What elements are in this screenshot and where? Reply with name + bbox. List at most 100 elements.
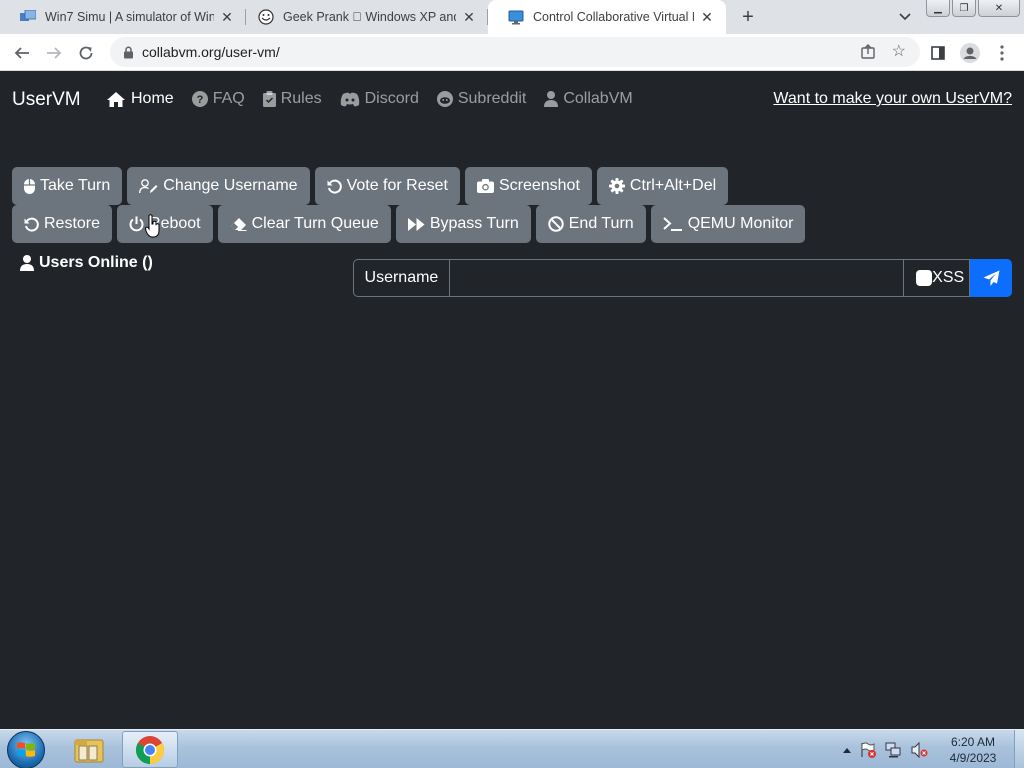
user-pen-icon <box>139 178 158 194</box>
folder-icon <box>73 736 105 764</box>
vm-controls-row-2: Restore Reboot Clear Turn Queue Bypass T… <box>12 205 810 243</box>
back-button[interactable] <box>10 41 34 65</box>
browser-tab-strip: Win7 Simu | A simulator of Wind ✕ Geek P… <box>0 0 1024 34</box>
xss-toggle[interactable]: XSS <box>904 259 971 297</box>
tab-title: Geek Prank   Windows XP and C <box>283 10 456 24</box>
clock-time: 6:20 AM <box>950 735 996 749</box>
site-navbar: UserVM Home ? FAQ Rules Discord Subreddi… <box>0 72 1024 128</box>
make-own-uservm-link[interactable]: Want to make your own UserVM? <box>773 90 1012 108</box>
reload-button[interactable] <box>74 41 98 65</box>
nav-links: Home ? FAQ Rules Discord Subreddit Colla… <box>106 90 651 108</box>
minimize-button[interactable]: ▁ <box>926 0 950 17</box>
user-icon <box>544 91 559 107</box>
network-icon[interactable] <box>885 742 902 758</box>
nav-discord[interactable]: Discord <box>340 90 419 108</box>
tab-win7-simu[interactable]: Win7 Simu | A simulator of Wind ✕ <box>0 0 246 34</box>
windows-taskbar: 6:20 AM 4/9/2023 <box>0 729 1024 768</box>
taskbar-clock[interactable]: 6:20 AM 4/9/2023 <box>940 734 1006 766</box>
nav-rules-label: Rules <box>280 90 322 107</box>
lock-icon[interactable] <box>121 45 135 59</box>
window-controls: ▁ ❐ ✕ <box>926 0 1022 17</box>
windows-logo-icon <box>16 741 36 759</box>
side-panel-icon[interactable] <box>926 41 950 65</box>
bookmark-star-icon[interactable]: ☆ <box>892 41 906 61</box>
nav-rules[interactable]: Rules <box>262 90 322 108</box>
qemu-monitor-button[interactable]: QEMU Monitor <box>650 205 806 243</box>
xss-label: XSS <box>932 269 965 286</box>
fast-forward-icon <box>407 217 425 231</box>
tray-expand-icon[interactable] <box>843 747 851 753</box>
tab-collabvm[interactable]: Control Collaborative Virtual Ma ✕ <box>488 0 726 34</box>
clock-date: 4/9/2023 <box>949 751 997 765</box>
nav-subreddit[interactable]: Subreddit <box>436 90 526 108</box>
close-tab-icon[interactable]: ✕ <box>218 8 236 26</box>
close-window-button[interactable]: ✕ <box>978 0 1020 17</box>
hand-cursor-icon <box>144 214 161 238</box>
button-label: Screenshot <box>498 177 580 194</box>
gear-icon <box>608 178 625 194</box>
take-turn-button[interactable]: Take Turn <box>12 167 123 205</box>
action-center-flag-icon[interactable] <box>860 742 876 758</box>
button-label: Bypass Turn <box>429 215 519 232</box>
new-tab-button[interactable]: + <box>736 5 760 29</box>
change-username-button[interactable]: Change Username <box>127 167 310 205</box>
brand-logo[interactable]: UserVM <box>12 89 81 111</box>
address-bar[interactable]: collabvm.org/user-vm/ ☆ <box>110 37 920 67</box>
profile-avatar[interactable] <box>958 41 982 65</box>
button-label: End Turn <box>568 215 634 232</box>
share-icon[interactable] <box>860 44 876 60</box>
undo-icon <box>327 179 342 194</box>
discord-icon <box>340 92 360 107</box>
button-label: Take Turn <box>40 177 111 194</box>
username-label[interactable]: Username <box>353 259 450 297</box>
send-button[interactable] <box>970 259 1012 297</box>
vm-controls-row-1: Take Turn Change Username Vote for Reset… <box>12 167 733 205</box>
button-label: Vote for Reset <box>346 177 448 194</box>
trollface-icon <box>258 9 274 25</box>
screenshot-button[interactable]: Screenshot <box>464 167 592 205</box>
browser-toolbar: collabvm.org/user-vm/ ☆ <box>0 34 1024 71</box>
kebab-menu-icon[interactable] <box>990 41 1014 65</box>
volume-muted-icon[interactable] <box>911 742 928 758</box>
xss-checkbox[interactable] <box>916 270 933 286</box>
nav-collabvm[interactable]: CollabVM <box>544 90 633 108</box>
nav-home[interactable]: Home <box>106 90 174 108</box>
button-label: QEMU Monitor <box>687 215 794 232</box>
nav-faq-label: FAQ <box>212 90 245 107</box>
undo-icon <box>24 217 39 232</box>
taskbar-explorer[interactable] <box>61 731 117 768</box>
users-online-heading: Users Online () <box>20 254 153 272</box>
show-desktop-button[interactable] <box>1014 730 1024 768</box>
close-tab-icon[interactable]: ✕ <box>698 8 716 26</box>
button-label: Change Username <box>163 177 298 194</box>
restore-button[interactable]: ❐ <box>952 0 976 17</box>
clear-turn-queue-button[interactable]: Clear Turn Queue <box>217 205 391 243</box>
eraser-icon <box>230 217 247 231</box>
paper-plane-icon <box>983 270 1000 287</box>
restore-button[interactable]: Restore <box>12 205 113 243</box>
nav-collabvm-label: CollabVM <box>563 90 633 107</box>
terminal-icon <box>663 217 683 231</box>
tab-title: Win7 Simu | A simulator of Wind <box>45 10 214 24</box>
ban-icon <box>548 216 564 232</box>
end-turn-button[interactable]: End Turn <box>535 205 646 243</box>
forward-button[interactable] <box>42 41 66 65</box>
reboot-button[interactable]: Reboot <box>117 205 213 243</box>
tab-geek-prank[interactable]: Geek Prank   Windows XP and C ✕ <box>238 0 488 34</box>
bypass-turn-button[interactable]: Bypass Turn <box>395 205 531 243</box>
taskbar-chrome[interactable] <box>122 731 178 768</box>
question-icon: ? <box>191 91 208 107</box>
button-label: Clear Turn Queue <box>251 215 379 232</box>
svg-text:?: ? <box>196 94 203 106</box>
chevron-down-icon[interactable] <box>896 8 914 26</box>
url-text: collabvm.org/user-vm/ <box>142 44 280 60</box>
vote-for-reset-button[interactable]: Vote for Reset <box>314 167 460 205</box>
start-button[interactable] <box>7 731 45 768</box>
nav-faq[interactable]: ? FAQ <box>191 90 245 108</box>
button-label: Restore <box>44 215 101 232</box>
ctrl-alt-del-button[interactable]: Ctrl+Alt+Del <box>596 167 729 205</box>
chat-bar: Username XSS <box>353 259 1012 297</box>
close-tab-icon[interactable]: ✕ <box>460 8 478 26</box>
mouse-icon <box>24 178 35 194</box>
chat-input[interactable] <box>449 259 905 297</box>
